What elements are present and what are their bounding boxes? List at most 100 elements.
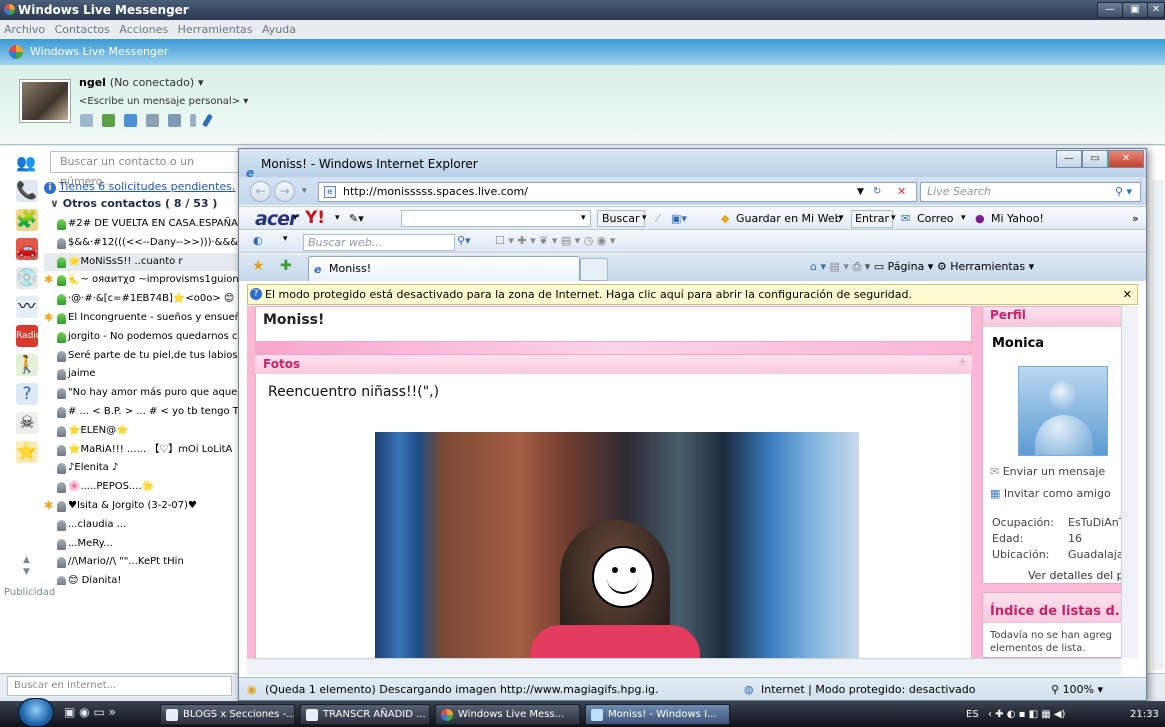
messenger-scrollbar[interactable] (1152, 180, 1164, 670)
back-button[interactable]: ← (250, 181, 271, 202)
mobile-icon[interactable] (190, 114, 196, 127)
games-icon[interactable] (124, 114, 137, 127)
tools-menu[interactable]: ⚙ Herramientas ▾ (937, 260, 1034, 273)
avatar[interactable] (20, 80, 70, 122)
home-icon[interactable]: ⌂ ▾ (810, 260, 826, 273)
contact-item[interactable]: ⭐ELEN@⭐ (44, 422, 244, 441)
menu-ayuda[interactable]: Ayuda (262, 23, 296, 36)
contact-item[interactable]: $&&·#12(((<<--Dany-->>)))·&&& (44, 234, 244, 253)
highlight-icon[interactable]: ⁄ (657, 207, 659, 230)
contact-group-header[interactable]: ∨ Otros contactos ( 8 / 53 ) (50, 197, 217, 210)
favorites-star-icon[interactable]: ★ (252, 258, 265, 274)
contacts-tab-icon[interactable]: 📞 (16, 180, 38, 202)
ie-minimize-button[interactable]: — (1056, 150, 1082, 168)
contact-item[interactable]: ⭐MaRiA!!! ...... 【♡】mOi LoLitA (44, 441, 244, 460)
contact-item[interactable]: //\Mario//\ ""...KePt tHin (44, 553, 244, 572)
chevron-down-icon[interactable]: ▾ (198, 76, 204, 89)
contact-search-input[interactable]: Buscar un contacto o un número... (50, 151, 240, 188)
contact-item[interactable]: #2# DE VUELTA EN CASA.ESPAÑA C (44, 215, 244, 234)
tray-icons[interactable]: ‹ ✚ ◐ ▪ ◧ ▦ ◀) (988, 704, 1065, 726)
pirate-tab-icon[interactable]: ☠ (16, 412, 38, 434)
guardar-button[interactable]: Guardar en Mi Web (736, 207, 842, 230)
menu-acciones[interactable]: Acciones (119, 23, 168, 36)
search-icon[interactable]: ⚲▾ (457, 234, 471, 247)
maximize-button[interactable]: ▣ (1122, 2, 1148, 18)
user-name[interactable]: ngel (No conectado) ▾ (79, 76, 204, 89)
contact-item[interactable]: ·@·#·&[c=#1EB74B]⭐<o0o> 😊 (44, 290, 244, 309)
puzzle-tab-icon[interactable]: 🧩 (16, 209, 38, 231)
search-dropdown-icon[interactable]: ▾ (581, 207, 586, 230)
invite-friend-link[interactable]: ▦ Invitar como amigo (990, 487, 1111, 500)
contact-item[interactable]: ✱ El Incongruente - sueños y ensueñ (44, 309, 244, 328)
entrar-button[interactable]: Entrar (851, 210, 894, 228)
zoom-control[interactable]: ⚲ 100% ▾ (1051, 678, 1103, 701)
contact-item[interactable]: ⭐MoNiSsS!! ..cuanto r (44, 252, 244, 272)
contact-item[interactable]: ✱ 🌜~ ояαитχσ ~improvisms1guion d (44, 271, 244, 290)
contact-item[interactable]: # ... < B.P. > ... # < yo tb tengo T (44, 403, 244, 422)
yahoo-search-input[interactable] (401, 210, 591, 227)
save-web-icon[interactable]: ◆ (721, 207, 729, 230)
language-indicator[interactable]: ES (966, 704, 979, 726)
radio-tab-icon[interactable]: Radio (16, 325, 41, 347)
taskbar-item-transcr[interactable]: TRANSCR AÑADID ... (300, 704, 430, 725)
contact-item[interactable]: "No hay amor más puro que aquel qu (44, 384, 244, 403)
stop-icon[interactable]: ✕ (897, 183, 906, 201)
page-menu[interactable]: ▭ Página ▾ (874, 260, 934, 273)
chevron-down-icon[interactable]: ▾ (839, 207, 844, 230)
pencil-icon[interactable]: ✎▾ (349, 207, 364, 230)
window-icon[interactable]: ▣▾ (671, 207, 687, 230)
chevron-down-icon[interactable]: ▾ (283, 234, 288, 244)
mail-icon[interactable]: ✉ (901, 207, 910, 230)
indice-title[interactable]: Índice de listas d.. (990, 604, 1125, 619)
people-tab-icon[interactable]: 🚶 (16, 354, 38, 376)
spaces-icon[interactable] (146, 114, 159, 127)
chevron-down-icon[interactable]: ∨ (50, 197, 63, 210)
address-url[interactable]: http://monisssss.spaces.live.com/ (343, 185, 528, 198)
favorites-tab-icon[interactable]: ⭐ (16, 441, 38, 463)
contact-item[interactable]: ...MeRy... (44, 535, 244, 554)
print-icon[interactable]: ⎙ ▾ (852, 260, 870, 273)
acer-logo[interactable]: acer (255, 208, 298, 231)
scroll-up-icon[interactable]: ▲ (23, 555, 30, 565)
menu-herramientas[interactable]: Herramientas (178, 23, 253, 36)
album-title[interactable]: Reencuentro niñass!!(",) (268, 384, 439, 400)
ie-close-button[interactable]: ✕ (1108, 150, 1144, 168)
refresh-icon[interactable]: ↻ (873, 183, 881, 201)
search-icon[interactable]: ⚲ ▾ (1115, 183, 1132, 201)
toolbar-overflow-icon[interactable]: » (1132, 207, 1139, 230)
yahoo-logo[interactable]: Y! (305, 207, 325, 230)
address-dropdown-icon[interactable]: ▼ (857, 183, 864, 201)
car-tab-icon[interactable]: 🚗 (16, 238, 38, 260)
disc-tab-icon[interactable]: 💿 (16, 267, 38, 289)
protected-mode-infobar[interactable]: ? El modo protegido está desactivado par… (247, 284, 1138, 305)
contact-item[interactable]: ♪Elenita ♪ (44, 459, 244, 478)
add-contact-icon[interactable]: 👥 (16, 153, 36, 172)
taskbar-item-blogs[interactable]: BLOGS x Secciones -... (160, 704, 295, 725)
view-details-link[interactable]: Ver detalles del p (1028, 569, 1124, 582)
live-search-input[interactable]: Live Search ⚲ ▾ (920, 182, 1141, 202)
pending-requests-link[interactable]: i Tienes 6 solicitudes pendientes. (44, 180, 235, 194)
fotos-title[interactable]: Fotos (263, 357, 300, 371)
feeds-icon[interactable]: ▤ ▾ (830, 260, 849, 273)
mail-icon[interactable] (80, 114, 93, 127)
perfil-title[interactable]: Perfil (990, 308, 1026, 322)
clock[interactable]: 21:33 (1130, 704, 1159, 726)
msn-tab-icon[interactable]: 〰 (16, 296, 38, 318)
toolbar-icons[interactable]: ☐ ▾ ✚ ▾ ❦ ▾ ▤ ▾ ◷ ◉ ▾ (495, 234, 615, 247)
contact-item[interactable]: 😊 Dianita! (44, 572, 244, 585)
contact-item[interactable]: 🌸.....PEPOS....🌟 (44, 478, 244, 497)
page-horizontal-scrollbar[interactable] (247, 658, 1121, 675)
chevron-down-icon[interactable]: ▾ (891, 207, 896, 230)
minimize-button[interactable]: — (1097, 2, 1123, 18)
chevron-down-icon[interactable]: ▾ (335, 207, 340, 230)
address-bar[interactable]: e http://monisssss.spaces.live.com/ ▼ ↻ … (318, 182, 917, 202)
add-favorites-icon[interactable]: ✚ (280, 258, 292, 274)
correo-button[interactable]: Correo (917, 207, 954, 230)
chevron-down-icon[interactable]: ▾ (961, 207, 966, 230)
help-tab-icon[interactable]: ? (16, 383, 38, 405)
taskbar-item-messenger[interactable]: Windows Live Mess... (435, 704, 580, 725)
pen-icon[interactable] (202, 113, 213, 128)
nav-history-chevron-icon[interactable]: ▾ (302, 186, 307, 196)
forward-button[interactable]: → (274, 181, 295, 202)
ie-maximize-button[interactable]: ▭ (1082, 150, 1108, 168)
